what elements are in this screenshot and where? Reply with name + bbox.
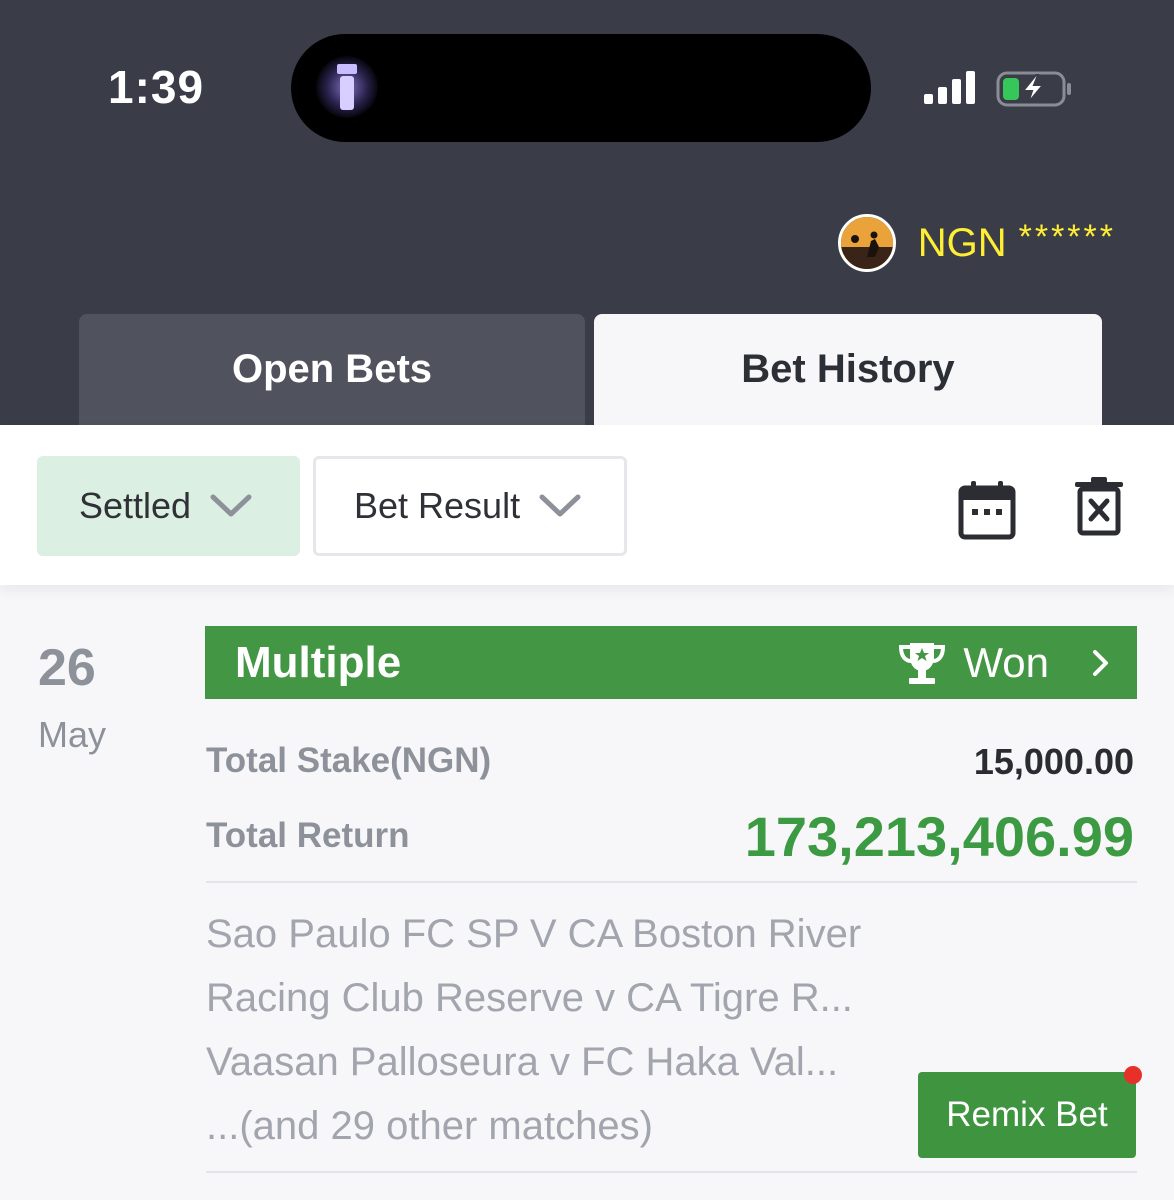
status-time: 1:39: [108, 61, 205, 113]
divider: [206, 1171, 1137, 1173]
remix-bet-button[interactable]: Remix Bet: [918, 1072, 1136, 1158]
total-stake-value: 15,000.00: [973, 741, 1134, 782]
app-header: 1:39 NGN ****** Open Bets Bet History: [0, 0, 1174, 425]
bet-type: Multiple: [235, 637, 402, 687]
chevron-down-icon: [210, 494, 252, 517]
dynamic-island: [291, 34, 871, 142]
bet-result-status: Won: [963, 638, 1049, 686]
notification-dot: [1124, 1066, 1142, 1084]
delete-icon[interactable]: [1074, 476, 1124, 536]
divider: [206, 881, 1137, 883]
match-line: Racing Club Reserve v CA Tigre R...: [206, 976, 853, 1020]
bet-result-dropdown[interactable]: Bet Result: [313, 456, 627, 556]
total-return-value: 173,213,406.99: [744, 805, 1134, 868]
total-return-label: Total Return: [206, 816, 410, 855]
chevron-down-icon: [539, 494, 581, 517]
masked-balance[interactable]: ******: [1019, 218, 1116, 257]
filter-bar: Settled Bet Result: [0, 425, 1174, 585]
status-filter-dropdown[interactable]: Settled: [37, 456, 300, 556]
chevron-right-icon: [1093, 649, 1108, 676]
account-balance[interactable]: NGN ******: [837, 214, 1116, 272]
trophy-icon: [899, 642, 946, 684]
tab-open-bets[interactable]: Open Bets: [79, 314, 585, 425]
currency-label: NGN: [917, 220, 1007, 265]
match-line: Vaasan Palloseura v FC Haka Val...: [206, 1040, 839, 1084]
calendar-icon[interactable]: [958, 480, 1016, 540]
status-filter-label: Settled: [79, 485, 192, 526]
more-matches-note: ...(and 29 other matches): [206, 1104, 653, 1148]
avatar[interactable]: [837, 214, 896, 272]
battery-charging-icon: [996, 70, 1076, 113]
cellular-signal-icon: [924, 70, 978, 111]
bet-result-label: Bet Result: [354, 485, 521, 526]
flashlight-icon: [316, 56, 378, 118]
match-line: Sao Paulo FC SP V CA Boston River: [206, 912, 862, 956]
total-stake-label: Total Stake(NGN): [206, 741, 492, 780]
bet-card-header[interactable]: Multiple Won: [205, 626, 1137, 699]
bet-date-day: 26: [38, 639, 96, 697]
tab-bet-history[interactable]: Bet History: [594, 314, 1102, 425]
bet-date-month: May: [38, 714, 107, 755]
